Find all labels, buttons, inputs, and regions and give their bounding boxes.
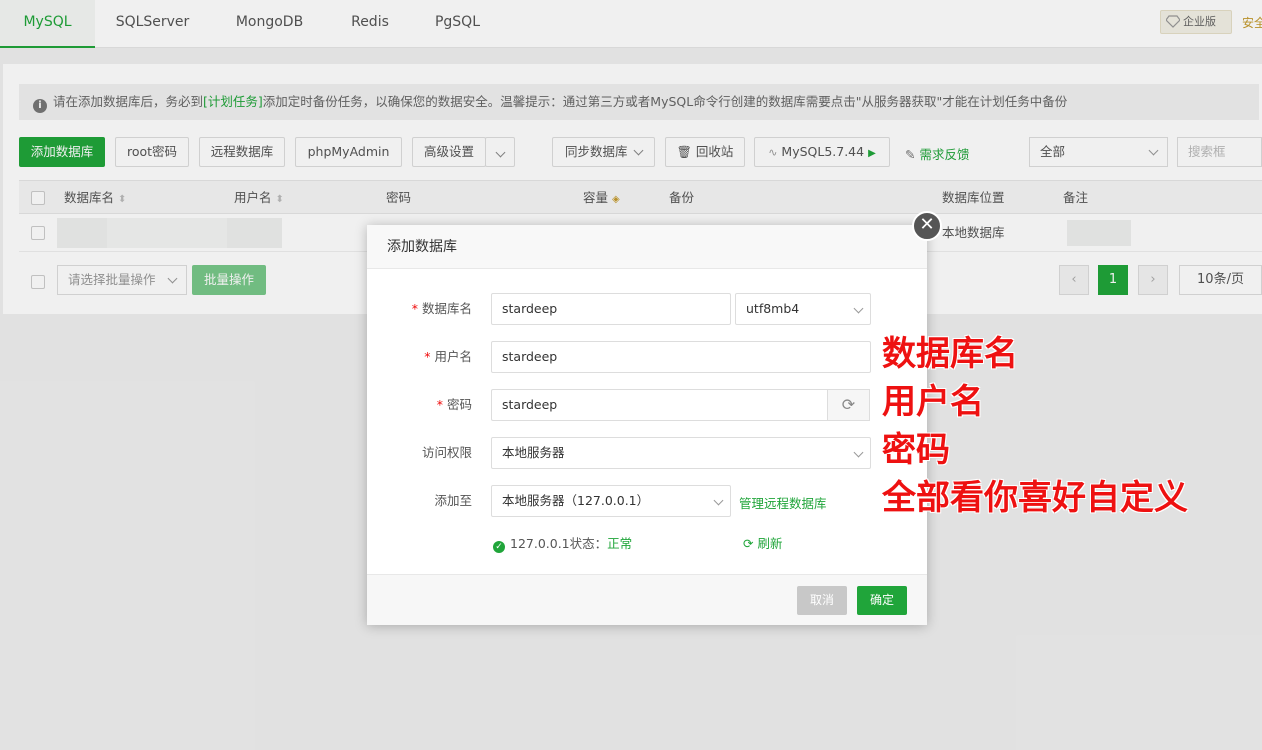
access-label: 访问权限 (421, 445, 472, 460)
add-to-select[interactable]: 本地服务器（127.0.0.1） (491, 485, 731, 517)
annotation-line-3: 密码 (882, 430, 950, 470)
charset-select[interactable]: utf8mb4 (735, 293, 871, 325)
access-value: 本地服务器 (502, 445, 565, 460)
manage-remote-db-link[interactable]: 管理远程数据库 (739, 493, 827, 512)
dialog-footer: 取消 确定 (367, 574, 927, 625)
annotation-line-2: 用户名 (882, 382, 984, 422)
password-input[interactable]: stardeep (491, 389, 829, 421)
db-name-label: * 数据库名 (411, 301, 472, 316)
close-icon: ✕ (919, 214, 935, 235)
add-to-value: 本地服务器（127.0.0.1） (502, 493, 650, 508)
charset-value: utf8mb4 (746, 301, 800, 316)
refresh-icon: ⟳ (841, 395, 856, 414)
status-value: 正常 (607, 536, 633, 551)
add-to-label: 添加至 (434, 493, 472, 508)
chevron-down-icon (853, 447, 864, 458)
chevron-down-icon (713, 495, 724, 506)
generate-password-button[interactable]: ⟳ (827, 389, 870, 421)
username-label: * 用户名 (424, 349, 472, 364)
dialog-title: 添加数据库 (367, 225, 927, 269)
password-label: * 密码 (436, 397, 472, 412)
add-database-dialog: 添加数据库 * 数据库名 stardeep utf8mb4 * 用户名 starde… (367, 225, 927, 625)
refresh-label: 刷新 (757, 536, 783, 551)
db-name-input[interactable]: stardeep (491, 293, 731, 325)
annotation-line-1: 数据库名 (882, 334, 1018, 374)
refresh-icon: ⟳ (743, 536, 754, 551)
check-circle-icon: ✓ (493, 541, 505, 553)
close-dialog-button[interactable]: ✕ (912, 211, 942, 241)
confirm-button[interactable]: 确定 (857, 586, 907, 615)
chevron-down-icon (853, 303, 864, 314)
annotation-line-4: 全部看你喜好自定义 (882, 478, 1188, 518)
access-select[interactable]: 本地服务器 (491, 437, 871, 469)
refresh-status-link[interactable]: ⟳ 刷新 (743, 533, 782, 552)
server-status: ✓ 127.0.0.1状态：正常 (493, 533, 632, 553)
username-input[interactable]: stardeep (491, 341, 871, 373)
cancel-button[interactable]: 取消 (797, 586, 847, 615)
